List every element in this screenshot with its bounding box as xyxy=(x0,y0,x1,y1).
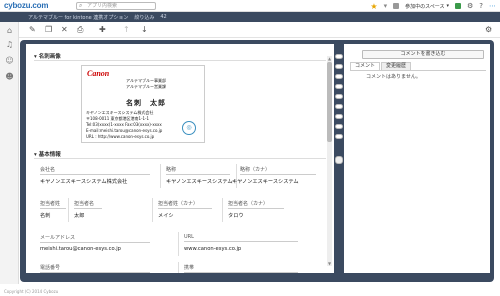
url-value[interactable]: www.canon-esys.co.jp xyxy=(184,246,241,252)
breadcrumb-filter[interactable]: 絞り込み xyxy=(134,14,154,21)
ring-decoration xyxy=(335,54,343,59)
apps-menu-icon[interactable]: ⋯ xyxy=(489,2,496,10)
last-name-kana-label: 担当者姓（カナ） xyxy=(158,200,212,209)
search-icon: ⌕ xyxy=(79,2,83,9)
cybozu-logo[interactable]: cybozu.com xyxy=(4,1,48,10)
copyright: Copyright (C) 2014 Cybozu xyxy=(4,289,59,294)
card-dept-2: アルテマブルー営業課 xyxy=(126,84,166,89)
divider xyxy=(178,232,179,256)
app-header-bar: アルテマブルー for kintone 連携オプション 絞り込み 42 xyxy=(0,12,500,22)
ring-decoration xyxy=(335,74,343,79)
last-name-value: 名刺 xyxy=(40,213,51,219)
email-label: メールアドレス xyxy=(40,234,150,243)
certification-mark-icon: ◎ xyxy=(182,121,196,135)
edit-icon[interactable]: ✎ xyxy=(29,26,36,34)
divider xyxy=(350,70,486,71)
ring-decoration xyxy=(335,64,343,69)
ring-decoration xyxy=(335,104,343,109)
divider xyxy=(34,60,326,61)
people-icon[interactable]: ☺ xyxy=(5,56,14,65)
short-name-value: キヤノンエスキースシステム xyxy=(166,179,233,185)
ring-decoration xyxy=(335,84,343,89)
card-tel: Tel:03(xxxx)1-xxxx Fax:03(xxxx)-xxxx xyxy=(86,122,162,127)
divider xyxy=(34,158,326,159)
prev-record-icon[interactable]: ↑ xyxy=(123,26,130,34)
user-avatar[interactable] xyxy=(393,3,400,9)
add-record-icon[interactable]: ✚ xyxy=(99,26,106,34)
chevron-down-icon: ▾ xyxy=(446,3,449,9)
breadcrumb-app[interactable]: アルテマブルー for kintone 連携オプション xyxy=(28,14,128,21)
url-label: URL xyxy=(184,234,298,242)
divider xyxy=(222,198,223,222)
joined-spaces-menu[interactable]: 参加中のスペース ▾ xyxy=(405,3,449,10)
divider xyxy=(160,164,161,188)
card-url: URL : http://www.canon-esys.co.jp xyxy=(86,134,155,139)
favorite-star-icon[interactable]: ★ xyxy=(370,2,377,11)
left-sidebar: ⌂ ♫ ☺ ☻ xyxy=(0,22,19,284)
scroll-down-icon[interactable]: ▼ xyxy=(327,261,332,266)
gear-icon[interactable]: ⚙ xyxy=(467,2,473,10)
divider xyxy=(152,198,153,222)
app-search-input[interactable]: ⌕ アプリ内検索 xyxy=(76,2,156,10)
record-toolbar: ✎ ❐ ✕ ⎙ ✚ ↑ ↓ ⚙ xyxy=(19,22,500,38)
phone-label: 電話番号 xyxy=(40,264,150,273)
notification-bell-icon[interactable]: ♫ xyxy=(5,40,14,49)
short-name-kana-label: 略称（カナ） xyxy=(240,166,316,175)
ring-decoration xyxy=(335,124,343,129)
ring-decoration xyxy=(335,114,343,119)
short-name-kana-value: キヤノンエスキースシステム xyxy=(232,179,299,185)
write-comment-button[interactable]: コメントを書き込む xyxy=(362,50,484,59)
space-label: 参加中のスペース xyxy=(405,3,445,10)
book-spine xyxy=(334,44,344,273)
settings-gear-icon[interactable]: ⚙ xyxy=(485,26,492,34)
print-icon[interactable]: ⎙ xyxy=(77,26,83,34)
collapse-comments-icon[interactable] xyxy=(335,156,343,164)
company-label: 会社名 xyxy=(40,166,150,175)
first-name-kana-value: タロウ xyxy=(228,213,244,219)
no-comments-message: コメントはありません。 xyxy=(366,74,421,80)
card-image-section-title[interactable]: ▾ 名刺画像 xyxy=(34,52,61,60)
divider xyxy=(68,198,69,222)
canon-logo: Canon xyxy=(87,69,110,78)
home-icon[interactable]: ⌂ xyxy=(5,26,14,35)
scrollbar-thumb[interactable] xyxy=(327,62,332,142)
help-icon[interactable]: ? xyxy=(479,2,483,10)
ring-decoration xyxy=(335,134,343,139)
duplicate-icon[interactable]: ❐ xyxy=(45,26,52,34)
first-name-label: 担当者名 xyxy=(74,200,102,209)
last-name-kana-value: メイシ xyxy=(158,213,174,219)
email-value[interactable]: meishi.tarou@canon-esys.co.jp xyxy=(40,246,121,252)
delete-icon[interactable]: ✕ xyxy=(61,26,68,34)
breadcrumb: アルテマブルー for kintone 連携オプション 絞り込み 42 xyxy=(28,14,167,21)
business-card-image[interactable]: Canon アルテマブルー事業部 アルテマブルー営業課 名刺 太郎 キヤノンエス… xyxy=(81,65,205,143)
search-placeholder: アプリ内検索 xyxy=(87,3,118,9)
group-icon[interactable]: ☻ xyxy=(5,72,14,81)
divider xyxy=(178,262,179,273)
detail-scrollbar[interactable]: ▲ ▼ xyxy=(327,56,332,266)
short-name-label: 略称 xyxy=(166,166,230,175)
last-name-label: 担当者姓 xyxy=(40,200,66,209)
notification-icon[interactable]: ▾ xyxy=(384,2,388,10)
app-icon[interactable] xyxy=(455,3,461,9)
top-bar: cybozu.com ⌕ アプリ内検索 ★ ▾ 参加中のスペース ▾ ⚙ ? ⋯ xyxy=(0,0,500,12)
ring-decoration xyxy=(335,94,343,99)
card-email: E-mail:meishi.tarou@canon-esys.co.jp xyxy=(86,128,163,133)
scroll-up-icon[interactable]: ▲ xyxy=(327,56,332,61)
first-name-kana-label: 担当者名（カナ） xyxy=(228,200,284,209)
mobile-label: 携帯 xyxy=(184,264,298,273)
breadcrumb-record: 42 xyxy=(160,14,167,20)
basic-info-section-title[interactable]: ▾ 基本情報 xyxy=(34,150,61,158)
company-value: キヤノンエスキースシステム株式会社 xyxy=(40,179,128,185)
card-person-name: 名刺 太郎 xyxy=(126,99,166,107)
next-record-icon[interactable]: ↓ xyxy=(141,26,148,34)
top-right-controls: ★ ▾ 参加中のスペース ▾ ⚙ ? ⋯ xyxy=(370,1,496,11)
first-name-value: 太郎 xyxy=(74,213,85,219)
